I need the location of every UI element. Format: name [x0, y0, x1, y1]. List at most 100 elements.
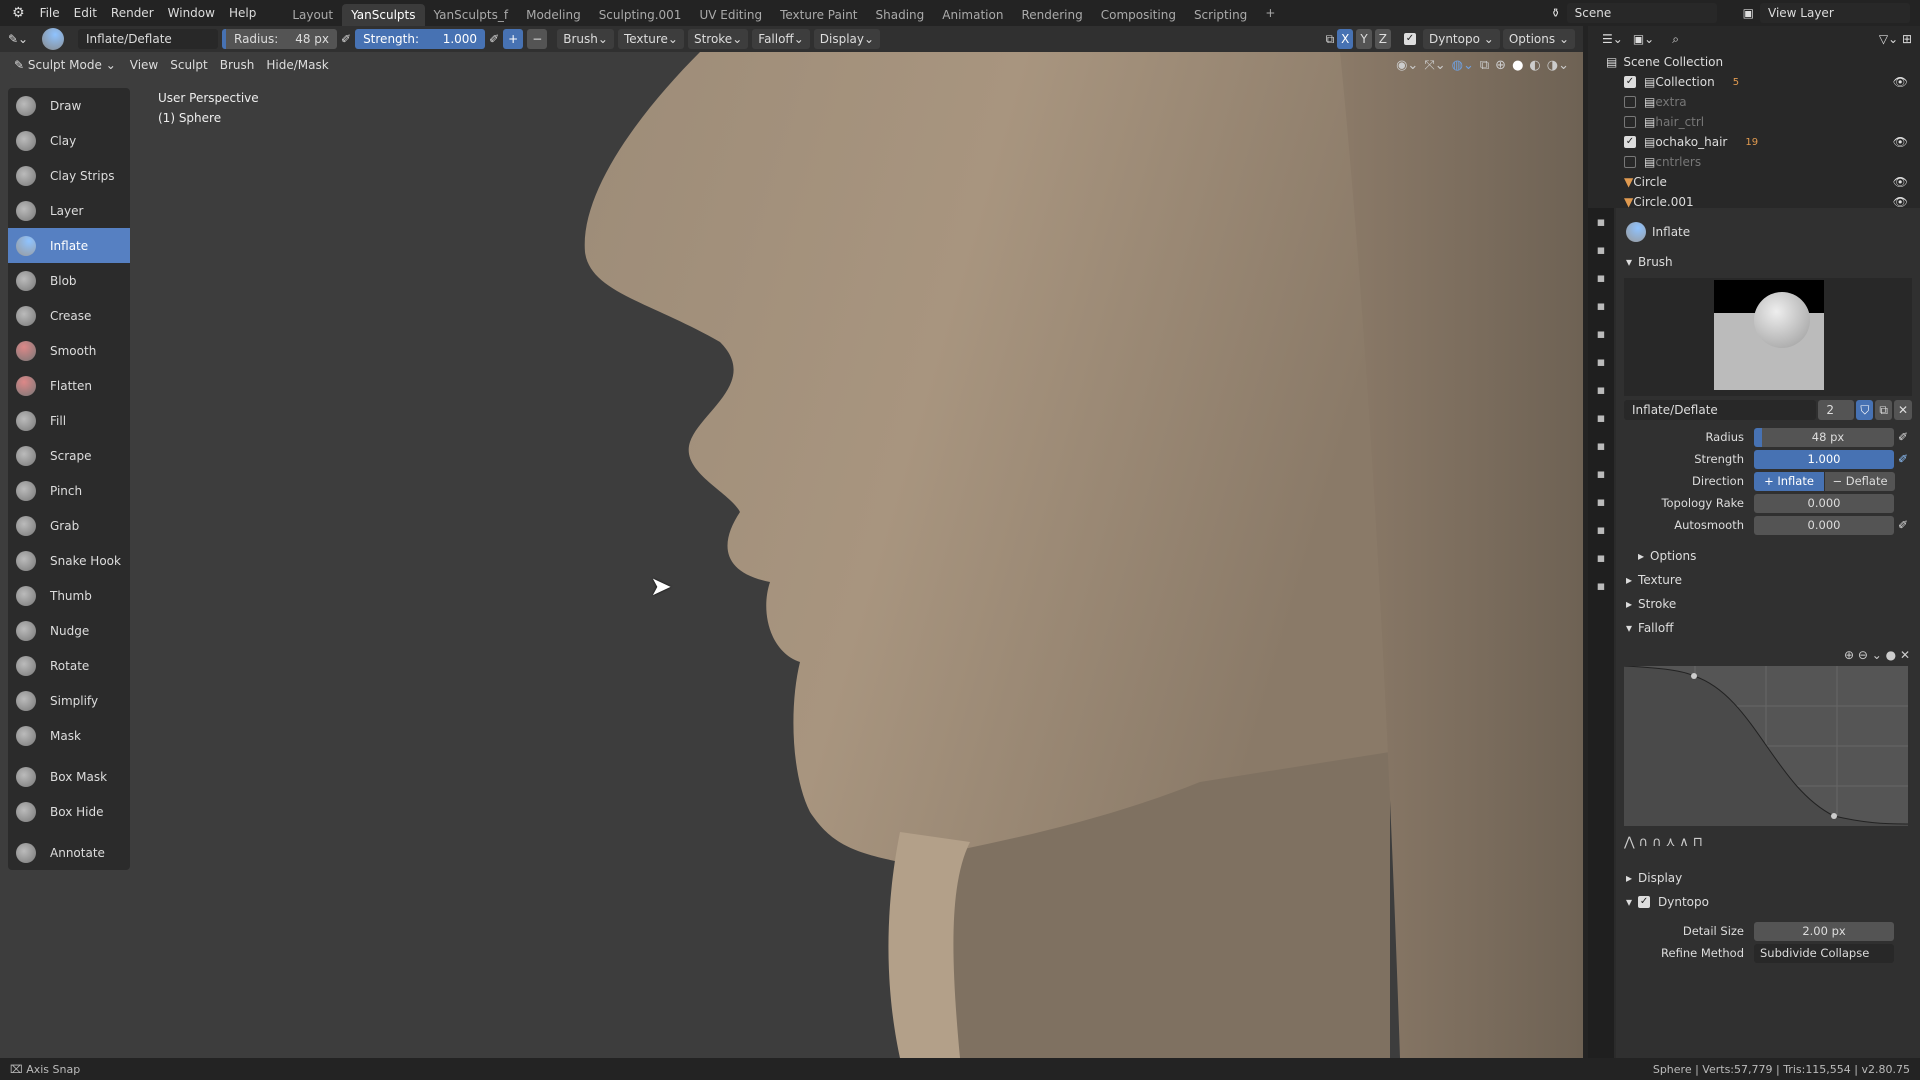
view-layer-selector[interactable]: View Layer: [1760, 3, 1910, 23]
falloff-curve-editor[interactable]: [1623, 665, 1909, 826]
curve-menu-icon[interactable]: ⌄: [1872, 648, 1882, 662]
tab-particles-icon[interactable]: ▪: [1588, 432, 1614, 460]
brush-dropdown[interactable]: Brush ⌄: [557, 29, 614, 49]
dyntopo-panel[interactable]: ▾ ✓ Dyntopo: [1616, 890, 1920, 914]
tool-simplify[interactable]: Simplify: [8, 683, 130, 718]
dyntopo-checkbox[interactable]: ✓: [1403, 33, 1416, 45]
tool-draw[interactable]: Draw: [8, 88, 130, 123]
stroke-dropdown[interactable]: Stroke ⌄: [687, 29, 749, 49]
tool-fill[interactable]: Fill: [8, 403, 130, 438]
outliner-search[interactable]: ⌕: [1664, 29, 1775, 49]
zoom-in-icon[interactable]: ⊕: [1844, 648, 1854, 662]
mode-selector[interactable]: ✎ Sculpt Mode ⌄: [8, 55, 122, 75]
tool-box-mask[interactable]: Box Mask: [8, 759, 130, 794]
duplicate-brush-button[interactable]: ⧉: [1875, 400, 1892, 420]
menu-window[interactable]: Window: [161, 6, 222, 20]
radius-field[interactable]: 48 px: [1754, 427, 1894, 447]
axis-x-toggle[interactable]: X: [1337, 29, 1354, 49]
visibility-icon[interactable]: ◉⌄: [1396, 58, 1418, 73]
tab-rendering[interactable]: Rendering: [1012, 4, 1091, 26]
falloff-panel[interactable]: ▾ Falloff: [1616, 616, 1920, 640]
tool-scrape[interactable]: Scrape: [8, 438, 130, 473]
shading-material-icon[interactable]: ◐: [1529, 58, 1540, 73]
brush-name-field[interactable]: Inflate/Deflate: [78, 29, 218, 49]
tab-uv-editing[interactable]: UV Editing: [690, 4, 771, 26]
tab-compositing[interactable]: Compositing: [1092, 4, 1185, 26]
shading-solid-icon[interactable]: ●: [1512, 58, 1523, 73]
tab-object-icon[interactable]: ▪: [1588, 376, 1614, 404]
refine-method-dropdown[interactable]: Subdivide Collapse: [1754, 943, 1894, 963]
direction-deflate-button[interactable]: − Deflate: [1825, 471, 1895, 491]
brush-panel-header[interactable]: ▾ Brush: [1616, 250, 1920, 274]
tab-texture-paint[interactable]: Texture Paint: [771, 4, 866, 26]
radius-slider[interactable]: Radius: 48 px: [222, 29, 337, 49]
texture-dropdown[interactable]: Texture ⌄: [617, 29, 684, 49]
direction-inflate-button[interactable]: + Inflate: [1754, 471, 1824, 491]
tool-blob[interactable]: Blob: [8, 263, 130, 298]
tool-clay[interactable]: Clay: [8, 123, 130, 158]
tab-scripting[interactable]: Scripting: [1185, 4, 1256, 26]
brush-users-count[interactable]: 2: [1818, 400, 1855, 420]
curve-point[interactable]: [1691, 673, 1697, 679]
zoom-out-icon[interactable]: ⊖: [1858, 648, 1868, 662]
viewport-menu-hide-mask[interactable]: Hide/Mask: [260, 55, 334, 75]
tab-output-icon[interactable]: ▪: [1588, 264, 1614, 292]
tab-world-icon[interactable]: ▪: [1588, 348, 1614, 376]
tool-snake-hook[interactable]: Snake Hook: [8, 543, 130, 578]
tab-physics-icon[interactable]: ▪: [1588, 460, 1614, 488]
outliner-row[interactable]: ▼ Circle 👁: [1588, 172, 1920, 192]
tab-texture-icon[interactable]: ▪: [1588, 572, 1614, 600]
clip-icon[interactable]: ●: [1886, 648, 1896, 662]
display-mode-icon[interactable]: ▣⌄: [1633, 32, 1654, 46]
axis-z-toggle[interactable]: Z: [1374, 29, 1391, 49]
exclude-checkbox[interactable]: ✓: [1624, 76, 1636, 88]
topology-rake-field[interactable]: 0.000: [1754, 493, 1894, 513]
texture-panel[interactable]: ▸ Texture: [1616, 568, 1920, 592]
tool-nudge[interactable]: Nudge: [8, 613, 130, 648]
tool-rotate[interactable]: Rotate: [8, 648, 130, 683]
axis-y-toggle[interactable]: Y: [1356, 29, 1372, 49]
options-dropdown[interactable]: Options ⌄: [1502, 29, 1575, 49]
scene-collection-row[interactable]: ▤ Scene Collection: [1588, 52, 1920, 72]
tab-yansculpts-f[interactable]: YanSculpts_f: [425, 4, 518, 26]
stroke-panel[interactable]: ▸ Stroke: [1616, 592, 1920, 616]
tool-pinch[interactable]: Pinch: [8, 473, 130, 508]
outliner-row[interactable]: ▤ extra: [1588, 92, 1920, 112]
editor-type-icon[interactable]: ☰⌄: [1602, 32, 1623, 46]
filter-icon[interactable]: ▽⌄ ⊞: [1879, 32, 1920, 46]
tool-layer[interactable]: Layer: [8, 193, 130, 228]
tool-inflate[interactable]: Inflate: [8, 228, 130, 263]
tab-animation[interactable]: Animation: [933, 4, 1012, 26]
tab-tool-icon[interactable]: ▪: [1588, 208, 1614, 236]
brush-preview[interactable]: [1624, 278, 1912, 396]
autosmooth-field[interactable]: 0.000: [1754, 515, 1894, 535]
direction-add-button[interactable]: +: [503, 29, 524, 49]
fake-user-button[interactable]: ⛉: [1856, 400, 1874, 420]
tool-mask[interactable]: Mask: [8, 718, 130, 753]
strength-field[interactable]: 1.000: [1754, 449, 1894, 469]
strength-slider[interactable]: Strength: 1.000: [355, 29, 486, 49]
tab-data-icon[interactable]: ▪: [1588, 516, 1614, 544]
xray-icon[interactable]: ⧉: [1480, 58, 1489, 73]
exclude-checkbox[interactable]: [1624, 116, 1636, 128]
overlay-icon[interactable]: ◍⌄: [1452, 58, 1474, 73]
tool-flatten[interactable]: Flatten: [8, 368, 130, 403]
tab-material-icon[interactable]: ▪: [1588, 544, 1614, 572]
menu-edit[interactable]: Edit: [67, 6, 104, 20]
outliner-row[interactable]: ▤ cntrlers: [1588, 152, 1920, 172]
exclude-checkbox[interactable]: [1624, 96, 1636, 108]
strength-pressure-icon[interactable]: ✐: [1898, 452, 1908, 466]
tab-scene-icon[interactable]: ▪: [1588, 320, 1614, 348]
unlink-brush-button[interactable]: ✕: [1893, 400, 1912, 420]
eye-icon[interactable]: 👁: [1893, 195, 1908, 209]
menu-render[interactable]: Render: [104, 6, 161, 20]
strength-pressure-icon[interactable]: ✐: [489, 32, 499, 46]
display-dropdown[interactable]: Display ⌄: [813, 29, 881, 49]
pressure-icon[interactable]: ✐: [341, 32, 351, 46]
falloff-dropdown[interactable]: Falloff ⌄: [752, 29, 810, 49]
add-workspace-button[interactable]: +: [1256, 2, 1284, 24]
outliner-row[interactable]: ✓ ▤ Collection 5 👁: [1588, 72, 1920, 92]
scene-icon[interactable]: ⚱: [1551, 6, 1561, 20]
3d-viewport[interactable]: ✎ Sculpt Mode ⌄ View Sculpt Brush Hide/Mask…: [0, 52, 1583, 1058]
exclude-checkbox[interactable]: [1624, 156, 1636, 168]
